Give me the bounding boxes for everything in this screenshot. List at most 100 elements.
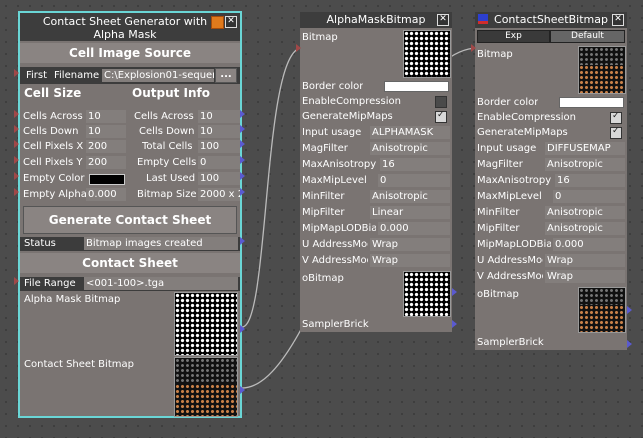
amb-mipmaplodbias[interactable]: 0.000 bbox=[378, 222, 450, 235]
right-label-5: Bitmap Size bbox=[137, 189, 197, 200]
amb-v-addressmode[interactable]: Wrap bbox=[370, 254, 450, 267]
empty-color-swatch[interactable] bbox=[89, 174, 125, 185]
csb-generate-mipmaps-checkbox[interactable] bbox=[610, 126, 622, 139]
csb-tab-bar: Exp Default bbox=[477, 30, 625, 43]
amb-maxmiplevel[interactable]: 0 bbox=[378, 174, 450, 187]
amb-field-label-5: MipFilter bbox=[302, 207, 345, 218]
csb-field-label-0: Input usage bbox=[477, 143, 537, 154]
cell-pixels-y-input[interactable]: 200 bbox=[86, 156, 126, 169]
amb-sampler-output-port[interactable] bbox=[452, 320, 457, 328]
csb-field-label-4: MinFilter bbox=[477, 207, 520, 218]
amb-maxanisotropy[interactable]: 16 bbox=[380, 158, 450, 171]
csb-field-label-8: V AddressMode bbox=[477, 271, 543, 282]
amb-generate-mipmaps-label: GenerateMipMaps bbox=[302, 111, 393, 122]
close-icon[interactable]: ✕ bbox=[225, 16, 237, 28]
csb-u-addressmode[interactable]: Wrap bbox=[545, 254, 625, 267]
filename-input-port[interactable] bbox=[14, 69, 19, 77]
close-icon[interactable]: ✕ bbox=[437, 14, 449, 26]
alpha-mask-thumbnail[interactable] bbox=[174, 292, 238, 356]
csb-header[interactable]: ContactSheetBitmap ✕ bbox=[475, 12, 627, 28]
out-port-4[interactable] bbox=[240, 172, 245, 180]
amb-bitmap-thumbnail[interactable] bbox=[403, 30, 451, 78]
csb-v-addressmode[interactable]: Wrap bbox=[545, 270, 625, 283]
csb-bitmap-label: Bitmap bbox=[477, 49, 513, 60]
csb-sampler-output-port[interactable] bbox=[627, 340, 632, 348]
csb-obitmap-output-port[interactable] bbox=[627, 306, 632, 314]
csb-field-label-3: MaxMipLevel bbox=[477, 191, 542, 202]
csb-mipfilter[interactable]: Anisotropic bbox=[545, 222, 625, 235]
contact-sheet-generator-node[interactable]: Contact Sheet Generator with Alpha Mask … bbox=[18, 11, 245, 418]
out-cells-across: 10 bbox=[198, 110, 240, 123]
csb-bitmap-thumbnail[interactable] bbox=[578, 46, 626, 94]
csb-bitmap-input-port[interactable] bbox=[471, 44, 476, 52]
amb-field-label-7: U AddressMode bbox=[302, 239, 368, 250]
cell-pixels-x-input-port[interactable] bbox=[14, 140, 19, 148]
cell-pixels-y-input-port[interactable] bbox=[14, 156, 19, 164]
empty-alpha-input[interactable]: 0.000 bbox=[86, 188, 126, 201]
csb-border-color-swatch[interactable] bbox=[559, 97, 624, 108]
cells-across-input-port[interactable] bbox=[14, 110, 19, 118]
out-port-2[interactable] bbox=[240, 140, 245, 148]
status-value: Bitmap images created bbox=[84, 237, 238, 250]
file-range-input[interactable]: <001-100>.tga bbox=[84, 277, 238, 290]
left-label-3: Cell Pixels Y bbox=[23, 157, 83, 168]
csb-tab-exp[interactable]: Exp bbox=[478, 31, 549, 42]
cells-across-input[interactable]: 10 bbox=[86, 110, 126, 123]
cell-pixels-x-input[interactable]: 200 bbox=[86, 140, 126, 153]
generate-contact-sheet-button[interactable]: Generate Contact Sheet bbox=[23, 206, 237, 234]
contact-sheet-thumbnail[interactable] bbox=[174, 357, 238, 417]
csb-maxmiplevel[interactable]: 0 bbox=[553, 190, 625, 203]
csb-input-usage[interactable]: DIFFUSEMAP bbox=[545, 142, 625, 155]
status-output-port[interactable] bbox=[240, 237, 245, 245]
out-bitmap-size: 2000 x 2 bbox=[198, 188, 240, 201]
csb-field-label-7: U AddressMode bbox=[477, 255, 543, 266]
amb-enable-compression-checkbox[interactable] bbox=[435, 96, 447, 108]
close-icon[interactable]: ✕ bbox=[612, 14, 624, 26]
wire-alpha-mask bbox=[241, 47, 303, 328]
csb-enable-compression-checkbox[interactable] bbox=[610, 111, 622, 124]
out-port-3[interactable] bbox=[240, 156, 245, 164]
csb-maxanisotropy[interactable]: 16 bbox=[555, 174, 625, 187]
csb-tab-default[interactable]: Default bbox=[551, 31, 624, 42]
amb-header[interactable]: AlphaMaskBitmap ✕ bbox=[300, 12, 452, 28]
minimize-icon[interactable] bbox=[211, 16, 224, 29]
amb-border-color-swatch[interactable] bbox=[384, 81, 449, 92]
amb-u-addressmode[interactable]: Wrap bbox=[370, 238, 450, 251]
amb-generate-mipmaps-checkbox[interactable] bbox=[435, 110, 447, 123]
output-info-header: Output Info bbox=[132, 86, 210, 100]
out-last-used: 100 bbox=[198, 172, 240, 185]
browse-button[interactable]: ... bbox=[215, 68, 237, 83]
empty-alpha-input-port[interactable] bbox=[14, 188, 19, 196]
csb-mipmaplodbias[interactable]: 0.000 bbox=[553, 238, 625, 251]
file-range-input-port[interactable] bbox=[14, 277, 19, 285]
cells-down-input[interactable]: 10 bbox=[86, 125, 126, 138]
status-label: Status bbox=[24, 238, 56, 249]
alpha-mask-output-port[interactable] bbox=[240, 325, 245, 333]
csb-minfilter[interactable]: Anisotropic bbox=[545, 206, 625, 219]
cells-down-input-port[interactable] bbox=[14, 125, 19, 133]
out-port-1[interactable] bbox=[240, 125, 245, 133]
csg-header[interactable]: Contact Sheet Generator with Alpha Mask … bbox=[20, 13, 240, 41]
out-total-cells: 100 bbox=[198, 140, 240, 153]
contact-sheet-output-port[interactable] bbox=[240, 386, 245, 394]
amb-magfilter[interactable]: Anisotropic bbox=[370, 142, 450, 155]
amb-obitmap-thumbnail bbox=[403, 271, 451, 317]
amb-mipfilter[interactable]: Linear bbox=[370, 206, 450, 219]
csb-field-label-6: MipMapLODBias bbox=[477, 239, 551, 250]
filename-input[interactable]: C:\Explosion01-sequen bbox=[102, 69, 214, 82]
amb-obitmap-output-port[interactable] bbox=[452, 288, 457, 296]
amb-title: AlphaMaskBitmap bbox=[326, 13, 426, 26]
csb-border-color-label: Border color bbox=[477, 97, 539, 108]
contact-sheet-bitmap-node[interactable]: ContactSheetBitmap ✕ Exp Default Bitmap … bbox=[475, 12, 627, 350]
cell-image-source-header: Cell Image Source bbox=[20, 43, 240, 63]
amb-input-usage[interactable]: ALPHAMASK bbox=[370, 126, 450, 139]
out-port-5[interactable] bbox=[240, 188, 245, 196]
csb-magfilter[interactable]: Anisotropic bbox=[545, 158, 625, 171]
alpha-mask-bitmap-node[interactable]: AlphaMaskBitmap ✕ Bitmap Border color En… bbox=[300, 12, 452, 332]
csb-generate-mipmaps-label: GenerateMipMaps bbox=[477, 127, 568, 138]
out-port-0[interactable] bbox=[240, 110, 245, 118]
amb-bitmap-input-port[interactable] bbox=[296, 44, 301, 52]
csb-field-label-5: MipFilter bbox=[477, 223, 520, 234]
amb-minfilter[interactable]: Anisotropic bbox=[370, 190, 450, 203]
empty-color-input-port[interactable] bbox=[14, 172, 19, 180]
